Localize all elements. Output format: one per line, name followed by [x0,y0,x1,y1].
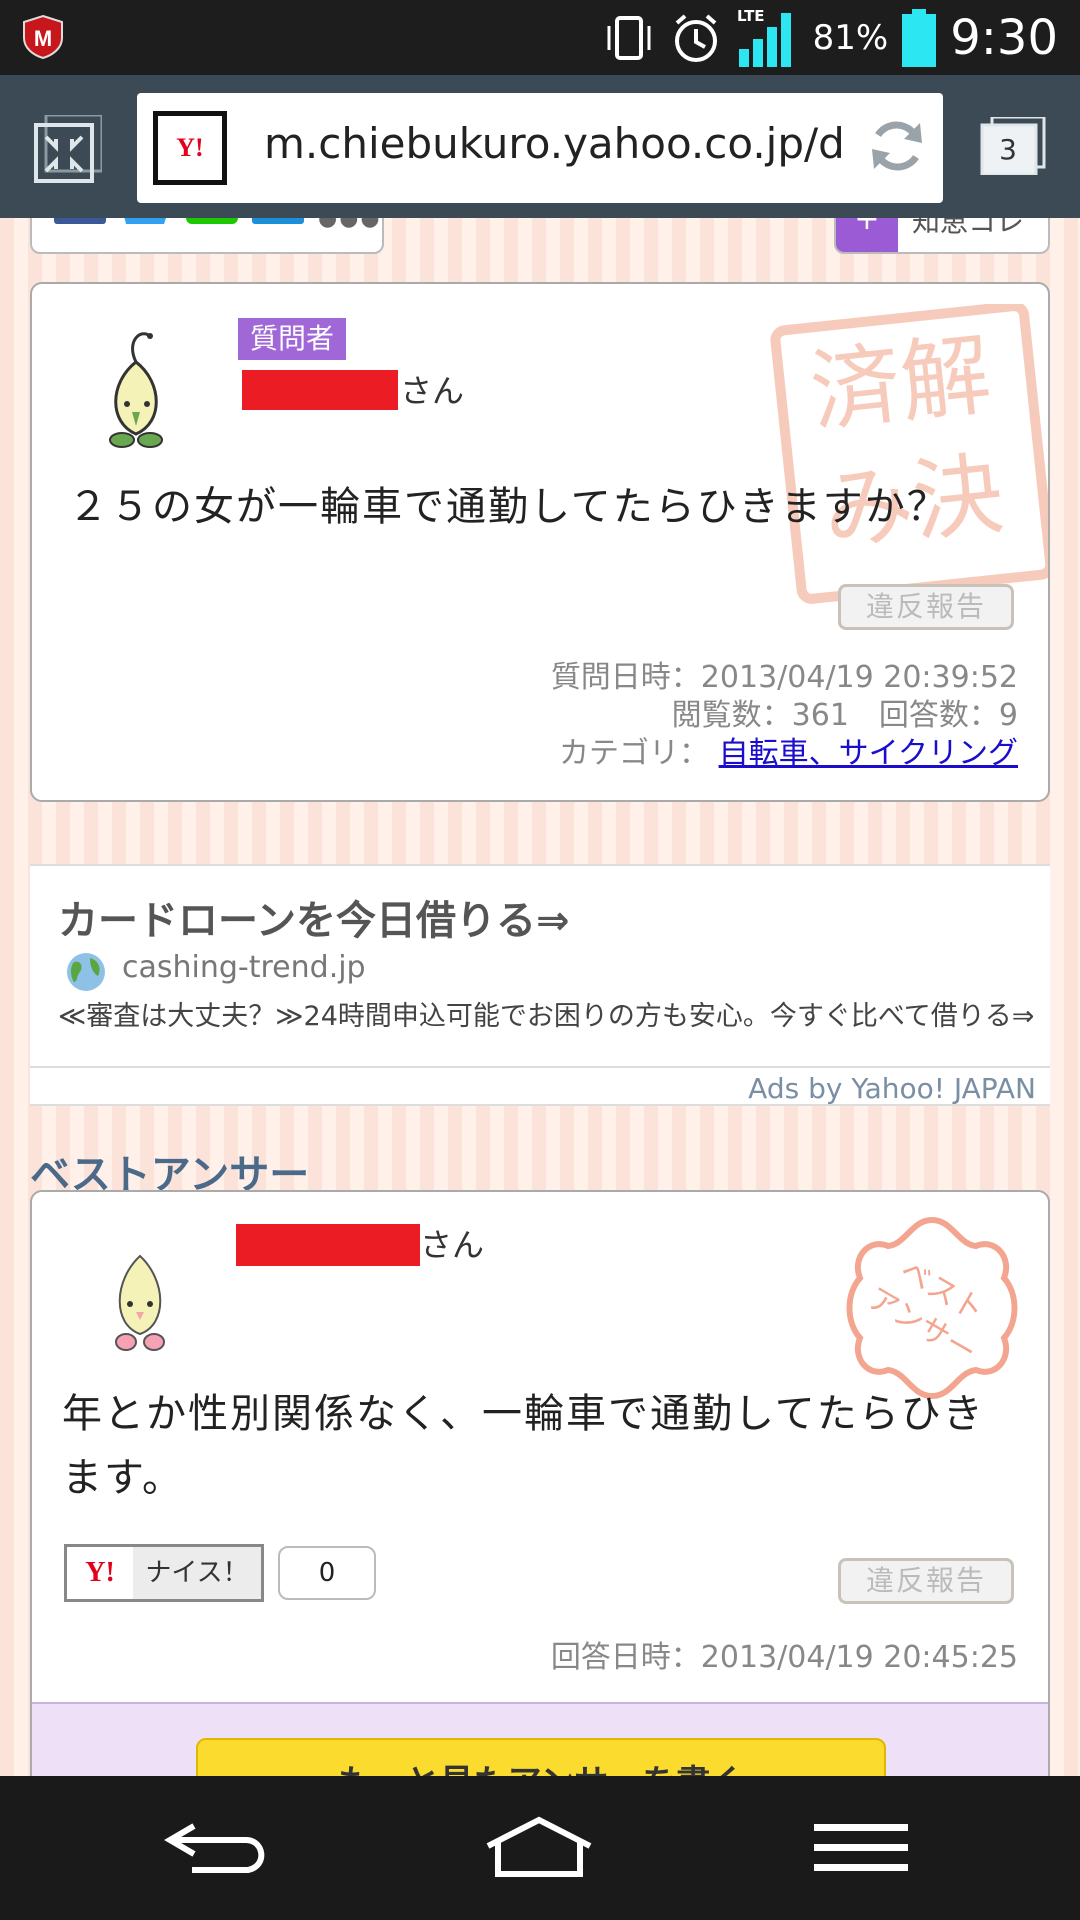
url-text[interactable]: m.chiebukuro.yahoo.co.jp/d [264,119,854,168]
favicon-text: Y! [176,133,204,162]
svg-text:済解: 済解 [806,322,996,445]
exit-fullscreen-icon[interactable] [32,115,102,185]
alarm-icon [674,13,717,62]
back-icon[interactable] [164,1816,274,1880]
web-page: ●●● + 知恵コレ 済解 み決 質問者 さん ２５の女が一輪車で通勤してたらひ… [0,218,1080,1776]
address-bar[interactable]: Y! m.chiebukuro.yahoo.co.jp/d [137,93,943,203]
redacted-username [242,370,398,410]
facebook-icon[interactable] [54,218,106,224]
twitter-icon[interactable] [120,218,172,224]
nice-button[interactable]: Y! ナイス！ [64,1544,264,1602]
resolved-stamp: 済解 み決 [770,304,1048,604]
redacted-username [236,1224,420,1266]
asker-badge: 質問者 [238,318,347,360]
answer-date: 回答日時：2013/04/19 20:45:25 [550,1640,1018,1675]
question-card: 済解 み決 質問者 さん ２５の女が一輪車で通勤してたらひきますか？ 違反報告 … [30,282,1050,802]
report-button[interactable]: 違反報告 [838,584,1014,630]
best-answer-stamp: ベスト アンサー [846,1216,1018,1400]
chie-collection-label: 知恵コレ [912,218,1025,238]
write-answer-button[interactable]: もっと見たアンサーを書く [196,1738,886,1776]
category-label: カテゴリ： [559,736,710,771]
chie-collection-tab[interactable]: + 知恵コレ [834,218,1050,254]
nice-count: 0 [278,1546,376,1600]
yahoo-favicon: Y! [153,111,227,185]
report-button[interactable]: 違反報告 [838,1558,1014,1604]
svg-text:M: M [34,26,52,51]
battery-percent: 81% [812,17,889,58]
menu-icon[interactable] [808,1816,918,1880]
sponsored-ad[interactable]: カードローンを今日借りる⇒ cashing-trend.jp ≪審査は大丈夫？≫… [30,864,1050,1106]
status-bar: M LTE 81% 9:30 [0,0,1080,75]
ad-domain[interactable]: cashing-trend.jp [122,950,366,985]
ad-footer: Ads by Yahoo! JAPAN [30,1066,1050,1108]
ad-title[interactable]: カードローンを今日借りる⇒ [58,888,570,946]
network-type-label: LTE [737,7,765,25]
battery-icon [902,8,937,67]
hatena-bookmark-icon[interactable] [252,218,304,224]
tab-count[interactable]: 3 [983,127,1033,173]
yahoo-logo-icon: Y! [67,1547,133,1599]
category-row: カテゴリ： 自転車、サイクリング [559,728,1018,772]
add-badge: + [836,218,898,252]
ad-credit[interactable]: Ads by Yahoo! JAPAN [748,1072,1036,1105]
answer-text: 年とか性別関係なく、一輪車で通勤してたらひきます。 [62,1391,985,1501]
name-suffix: さん [420,1226,485,1264]
more-share-icon[interactable]: ●●● [318,218,382,231]
reload-icon[interactable] [864,113,930,179]
vibrate-icon [607,15,651,60]
asker-avatar [109,332,163,448]
browser-toolbar: Y! m.chiebukuro.yahoo.co.jp/d 3 [0,75,1080,218]
home-icon[interactable] [484,1816,594,1880]
line-icon[interactable] [186,218,238,224]
globe-icon [67,953,105,991]
clock: 9:30 [950,9,1058,66]
mcafee-icon: M [23,14,63,60]
write-answer-area: もっと見たアンサーを書く [32,1702,1048,1776]
ad-description[interactable]: ≪審査は大丈夫？≫24時間申込可能でお困りの方も安心。今すぐ比べて借りる⇒ [58,1002,1038,1032]
name-suffix: さん [400,372,465,410]
question-title: ２５の女が一輪車で通勤してたらひきますか？ [68,484,949,530]
share-bar: ●●● [30,218,384,254]
category-link[interactable]: 自転車、サイクリング [719,736,1018,771]
navigation-bar [0,1776,1080,1920]
answerer-avatar [115,1254,165,1351]
best-answer-card: ベスト アンサー さん 年とか性別関係なく、一輪車で通勤してたらひきます。 Y!… [30,1190,1050,1776]
signal-icon: LTE [737,7,791,67]
nice-label: ナイス！ [133,1547,261,1599]
